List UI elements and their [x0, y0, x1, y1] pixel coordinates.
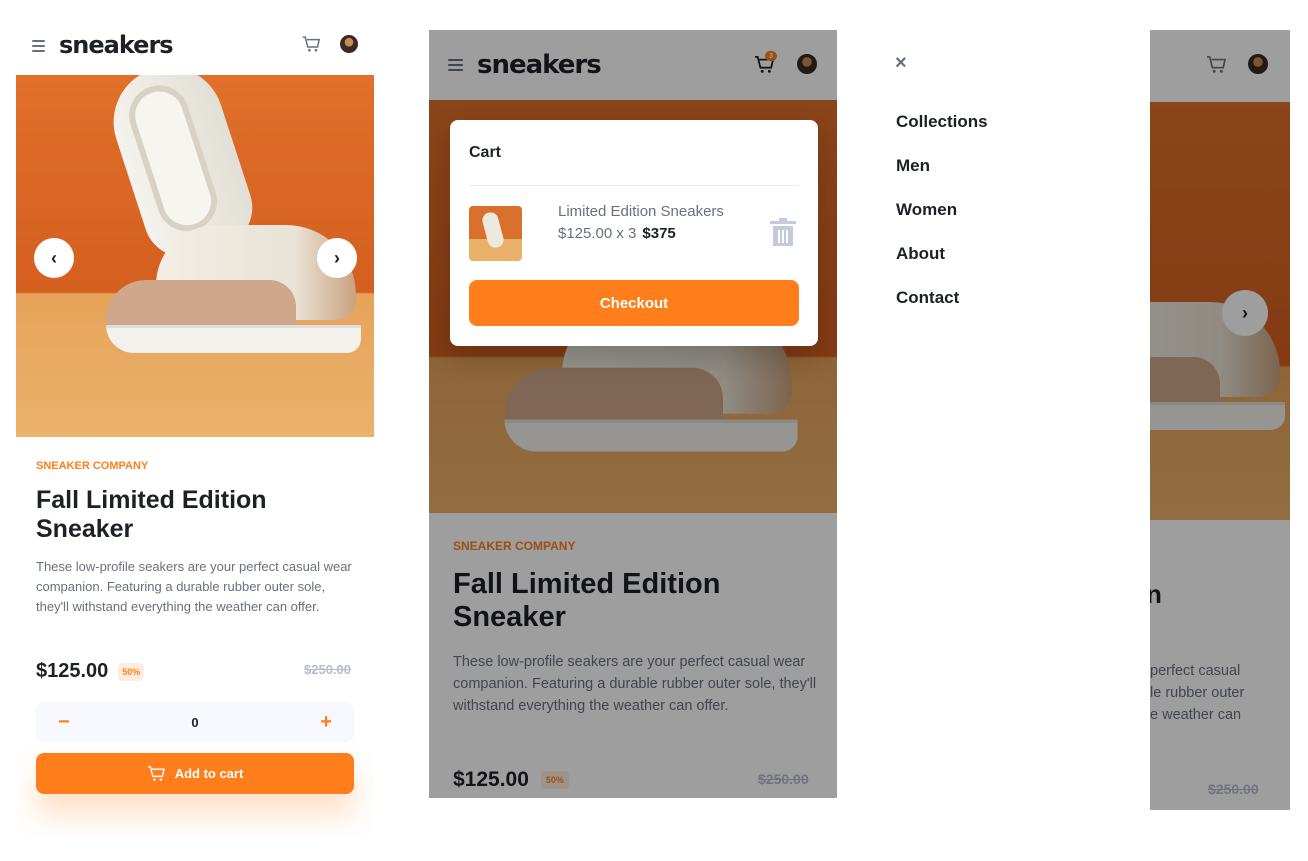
dimmed-page-behind-menu: › n perfect casual le rubber outer e wea… — [1150, 30, 1290, 810]
price-row: $125.00 50% — [36, 660, 145, 683]
cart-item-unit: $125.00 x 3 — [558, 225, 637, 242]
mobile-product-page: sneakers ‹ › SNEAKER COMPANY Fall Limite… — [16, 24, 374, 836]
chevron-left-icon: ‹ — [51, 247, 57, 268]
nav-list: Collections Men Women About Contact — [896, 112, 988, 332]
current-price: $125.00 — [36, 660, 109, 682]
chevron-right-icon: › — [334, 247, 340, 268]
cart-item-name: Limited Edition Sneakers — [558, 203, 724, 220]
cart-item-price: $125.00 x 3 $375 — [558, 225, 676, 242]
next-arrow-button[interactable]: › — [317, 238, 357, 278]
nav-item-men[interactable]: Men — [896, 156, 988, 200]
nav-item-about[interactable]: About — [896, 244, 988, 288]
increase-button[interactable]: + — [320, 711, 332, 734]
decrease-button[interactable]: − — [58, 711, 70, 734]
cart-title: Cart — [469, 144, 502, 161]
overlay[interactable] — [1150, 30, 1290, 810]
mobile-cart-open-page: sneakers 3 SNEAKER COMPANY Fall Limited … — [429, 30, 837, 798]
logo[interactable]: sneakers — [59, 31, 174, 59]
product-title: Fall Limited Edition Sneaker — [36, 486, 267, 543]
cart-icon — [147, 765, 165, 781]
product-image: ‹ › — [16, 75, 374, 437]
trash-icon[interactable] — [770, 218, 796, 248]
close-icon[interactable]: × — [895, 52, 907, 75]
avatar[interactable] — [338, 33, 360, 55]
original-price: $250.00 — [304, 662, 351, 677]
company-label: SNEAKER COMPANY — [36, 460, 149, 472]
mobile-nav-menu: × Collections Men Women About Contact — [872, 30, 1150, 810]
checkout-button[interactable]: Checkout — [469, 280, 799, 326]
cart-dropdown: Cart Limited Edition Sneakers $125.00 x … — [450, 120, 818, 346]
previous-arrow-button[interactable]: ‹ — [34, 238, 74, 278]
cart-item-total: $375 — [642, 225, 676, 242]
divider — [469, 185, 799, 186]
quantity-value: 0 — [191, 714, 199, 730]
quantity-stepper: − 0 + — [36, 702, 354, 742]
menu-icon[interactable] — [32, 39, 45, 52]
cart-icon[interactable] — [302, 36, 320, 53]
nav-item-collections[interactable]: Collections — [896, 112, 988, 156]
header: sneakers — [16, 24, 374, 66]
cart-item-thumbnail — [469, 206, 522, 261]
add-to-cart-label: Add to cart — [174, 766, 244, 781]
nav-item-women[interactable]: Women — [896, 200, 988, 244]
discount-badge: 50% — [118, 662, 145, 681]
add-to-cart-button[interactable]: Add to cart — [36, 753, 354, 794]
product-description: These low-profile seakers are your perfe… — [36, 559, 352, 614]
nav-item-contact[interactable]: Contact — [896, 288, 988, 332]
